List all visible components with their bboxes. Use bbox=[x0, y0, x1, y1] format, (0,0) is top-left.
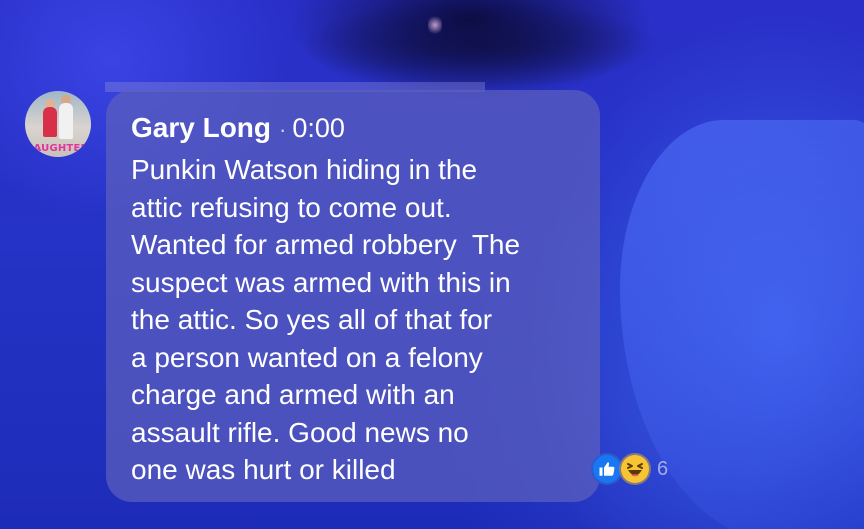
avatar[interactable]: DAUGHTERS bbox=[25, 91, 91, 157]
comment-author[interactable]: Gary Long bbox=[131, 112, 271, 143]
video-shadow bbox=[300, 0, 660, 90]
haha-icon bbox=[619, 453, 651, 485]
avatar-person-body bbox=[43, 107, 57, 137]
avatar-caption: DAUGHTERS bbox=[25, 143, 91, 154]
video-background: DAUGHTERS Gary Long · 0:00 Punkin Watson h… bbox=[0, 0, 864, 529]
video-light-glint bbox=[428, 14, 442, 36]
reaction-count: 6 bbox=[657, 457, 669, 480]
comment-header: Gary Long · 0:00 bbox=[131, 110, 345, 146]
meta-separator: · bbox=[279, 117, 287, 142]
reaction-summary[interactable]: 6 bbox=[591, 451, 668, 487]
comment-timestamp[interactable]: 0:00 bbox=[292, 113, 345, 143]
comment-text: Punkin Watson hiding in the attic refusi… bbox=[131, 154, 521, 485]
avatar-person-body bbox=[59, 103, 73, 139]
